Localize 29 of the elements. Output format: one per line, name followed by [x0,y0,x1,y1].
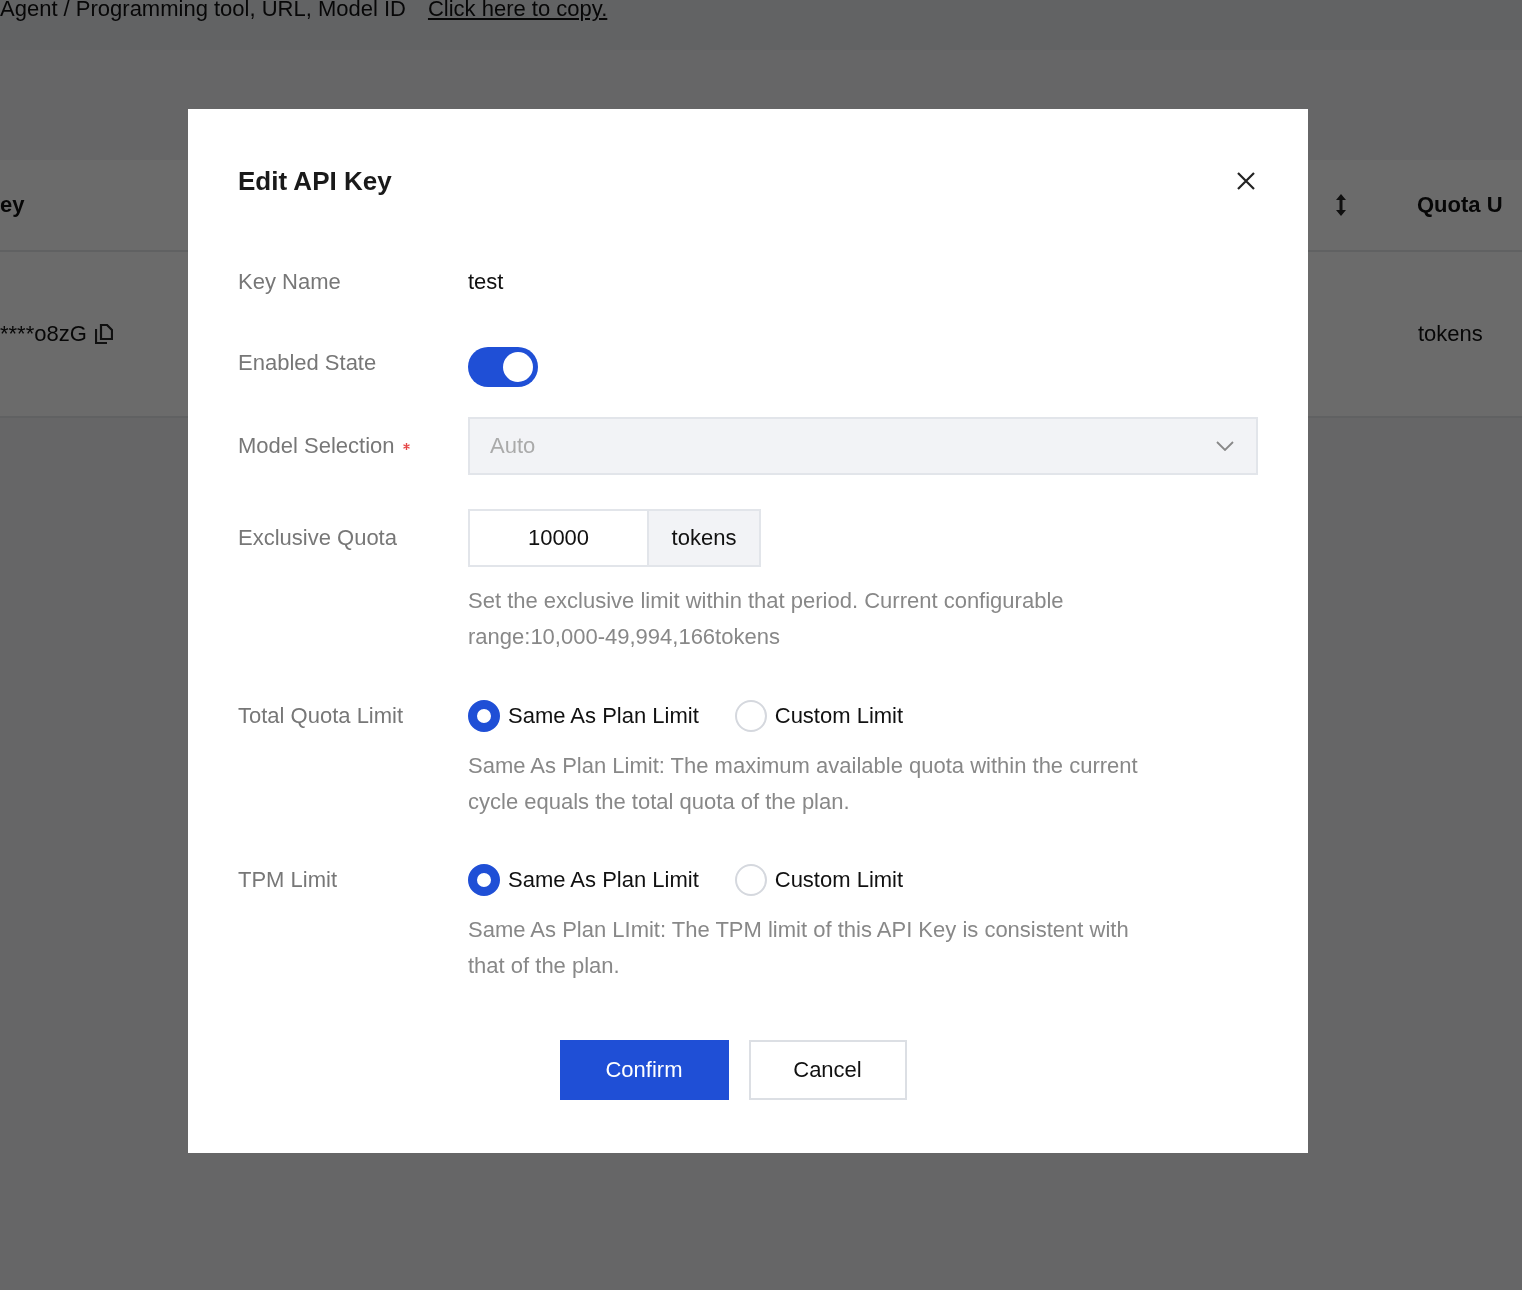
field-label: Key Name [238,268,341,296]
dialog-title: Edit API Key [238,165,392,197]
help-text: Same As Plan Limit: The maximum available quota within the current cycle equals the total quota of the plan. [468,752,1139,816]
radio-option[interactable]: Custom Limit [734,864,904,896]
quota-input[interactable]: 10000 [468,509,647,567]
table-cell: tokens [1418,321,1483,347]
cancel-button[interactable]: Cancel [748,1040,907,1100]
unit-addon: tokens [647,509,761,567]
column-header: ey [0,192,25,218]
notice-text: Agent / Programming tool, URL, Model ID [0,0,406,22]
help-text: Same As Plan LImit: The TPM limit of this API Key is consistent with that of the plan. [468,916,1130,980]
radio-option[interactable]: Custom Limit [734,700,904,732]
field-label: Model Selection [238,432,395,460]
field-label: Total Quota Limit [238,702,404,730]
copy-icon[interactable] [94,324,113,344]
table-cell: ****o8zG [0,321,87,347]
field-label: TPM Limit [238,866,337,894]
confirm-button[interactable]: Confirm [559,1040,729,1100]
chevron-down-icon [1216,441,1234,451]
close-icon[interactable] [1236,171,1256,191]
toggle-switch[interactable] [468,347,538,387]
help-text: Set the exclusive limit within that period. Current configurable range:10,000-49,994,166tokens [468,587,1065,651]
field-value: test [468,268,505,296]
radio-option[interactable]: Same As Plan Limit [468,864,699,896]
field-label: Enabled State [238,349,377,377]
radio-option[interactable]: Same As Plan Limit [468,700,699,732]
sort-icon[interactable] [1335,192,1347,218]
column-header: Quota U [1417,192,1503,218]
field-label: Exclusive Quota [238,524,397,552]
